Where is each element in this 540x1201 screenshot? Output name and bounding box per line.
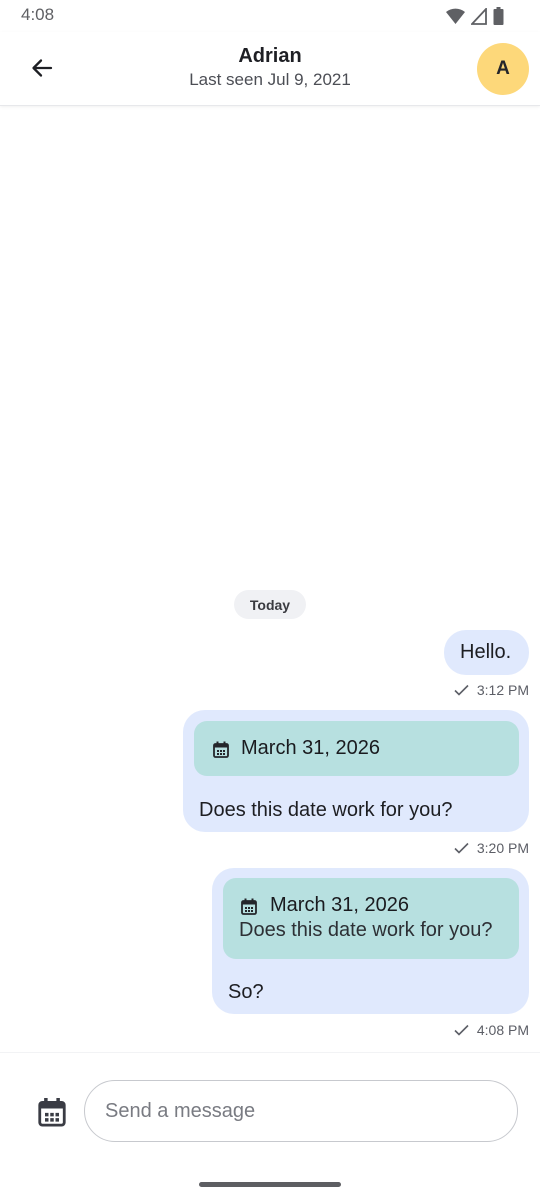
message-text: So? (228, 981, 264, 1003)
chat-header: Adrian Last seen Jul 9, 2021 A (0, 32, 540, 106)
wifi-icon (446, 8, 465, 24)
date-separator: Today (234, 590, 306, 619)
check-icon (454, 842, 469, 854)
message-meta: 3:20 PM (454, 840, 529, 856)
cellular-signal-icon (471, 7, 487, 25)
message-bubble[interactable]: Hello. (444, 630, 529, 675)
home-indicator[interactable] (199, 1182, 341, 1187)
calendar-icon (213, 741, 229, 758)
message-time: 3:12 PM (476, 682, 529, 698)
calendar-icon (241, 898, 257, 915)
card-date: March 31, 2026 (241, 737, 380, 759)
last-seen-status: Last seen Jul 9, 2021 (189, 70, 351, 89)
check-icon (454, 684, 469, 696)
date-card[interactable]: March 31, 2026 (194, 721, 519, 776)
status-icons (446, 7, 504, 25)
date-card[interactable]: March 31, 2026 Does this date work for y… (223, 878, 519, 959)
status-bar: 4:08 (0, 0, 540, 32)
message-text: Does this date work for you? (199, 799, 453, 821)
card-date: March 31, 2026 (270, 894, 409, 916)
message-bubble[interactable]: March 31, 2026 Does this date work for y… (183, 710, 529, 832)
message-text: Hello. (460, 641, 512, 663)
message-input[interactable] (84, 1080, 518, 1142)
calendar-icon[interactable] (38, 1097, 66, 1127)
card-note: Does this date work for you? (239, 919, 493, 941)
message-time: 3:20 PM (476, 840, 529, 856)
check-icon (454, 1024, 469, 1036)
status-time: 4:08 (21, 5, 55, 24)
avatar[interactable]: A (477, 43, 529, 95)
contact-name[interactable]: Adrian (0, 45, 540, 68)
message-meta: 4:08 PM (454, 1022, 529, 1038)
message-bubble[interactable]: March 31, 2026 Does this date work for y… (212, 868, 529, 1014)
battery-icon (493, 7, 504, 25)
message-meta: 3:12 PM (454, 682, 529, 698)
message-time: 4:08 PM (476, 1022, 529, 1038)
message-composer (0, 1052, 540, 1201)
